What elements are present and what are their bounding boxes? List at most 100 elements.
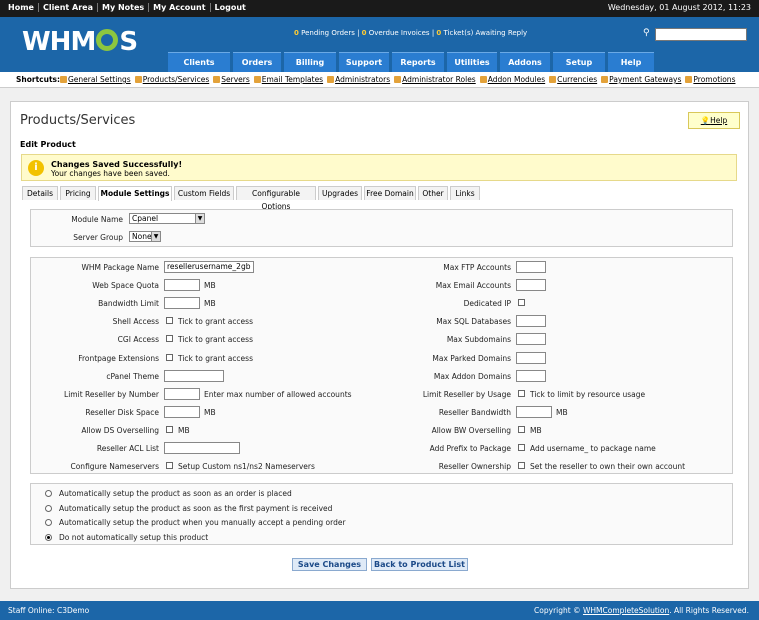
help-button[interactable]: 💡Help — [688, 112, 740, 129]
auto-setup-label: Automatically setup the product as soon … — [59, 489, 292, 498]
cpanel-theme-input[interactable] — [164, 369, 224, 382]
allow-ds-overselling-checkbox[interactable] — [166, 425, 173, 433]
top-link-my-account[interactable]: My Account — [149, 3, 211, 12]
reseller-acl-list-input[interactable] — [164, 442, 240, 454]
auto-setup-label: Automatically setup the product when you… — [59, 518, 346, 527]
content-panel: Products/Services 💡Help Edit Product i C… — [10, 101, 749, 589]
nav-orders[interactable]: Orders — [233, 52, 281, 72]
server-group-select[interactable]: None ▼ — [129, 231, 161, 242]
dedicated-ip-checkbox[interactable] — [518, 299, 525, 307]
top-link-my-notes[interactable]: My Notes — [98, 3, 150, 12]
promotions-icon — [685, 76, 693, 83]
reseller-ownership-checkbox[interactable] — [518, 462, 525, 470]
nav-billing[interactable]: Billing — [284, 52, 336, 72]
auto-setup-radio-1[interactable] — [45, 490, 52, 497]
configure-nameservers-checkbox[interactable] — [166, 462, 173, 470]
max-parked-domains-input[interactable] — [516, 351, 546, 364]
field-hint: MB — [204, 281, 216, 291]
chevron-down-icon: ▼ — [195, 214, 204, 223]
max-subdomains-input[interactable] — [516, 333, 546, 346]
shortcut-payment-gateways[interactable]: Payment Gateways — [601, 75, 681, 84]
lightbulb-icon: 💡 — [700, 116, 711, 125]
auto-setup-label: Do not automatically setup this product — [59, 532, 209, 542]
cgi-access-checkbox[interactable] — [166, 335, 173, 343]
nav-reports[interactable]: Reports — [392, 52, 444, 72]
frontpage-extensions-checkbox[interactable] — [166, 353, 173, 361]
tab-configurable-options[interactable]: Configurable Options — [236, 186, 316, 211]
bandwidth-limit-input[interactable] — [164, 297, 200, 310]
nav-support[interactable]: Support — [339, 52, 389, 72]
pending-orders-link[interactable]: Pending Orders — [301, 29, 355, 37]
field-label-configure-nameservers: Configure Nameservers — [70, 462, 159, 472]
field-hint: Set the reseller to own their own accoun… — [530, 462, 686, 472]
nav-help[interactable]: Help — [608, 52, 654, 72]
tab-pricing[interactable]: Pricing — [60, 186, 96, 200]
limit-reseller-by-usage-checkbox[interactable] — [518, 389, 525, 397]
shortcut-administrator-roles[interactable]: Administrator Roles — [394, 75, 476, 84]
add-prefix-to-package-checkbox[interactable] — [518, 444, 525, 451]
module-settings-box: WHM Package Name resellerusername_2gb Web … — [30, 257, 733, 474]
currencies-icon — [549, 76, 557, 83]
top-link-client-area[interactable]: Client Area — [39, 3, 98, 12]
module-name-select[interactable]: Cpanel ▼ — [129, 213, 205, 224]
reseller-disk-space-input[interactable] — [164, 405, 200, 418]
shortcut-addon-modules[interactable]: Addon Modules — [479, 75, 545, 84]
shortcut-promotions[interactable]: Promotions — [685, 75, 735, 84]
whm-package-name-input[interactable]: resellerusername_2gb — [164, 261, 254, 273]
search-input[interactable] — [655, 28, 747, 41]
chevron-down-icon: ▼ — [151, 232, 160, 241]
shortcut-administrators[interactable]: Administrators — [327, 75, 390, 84]
auto-setup-radio-3[interactable] — [45, 519, 52, 526]
field-label-cgi-access: CGI Access — [117, 335, 159, 345]
tab-free-domain[interactable]: Free Domain — [364, 186, 416, 200]
logo-c-ring-icon — [96, 29, 119, 51]
tab-links[interactable]: Links — [450, 186, 480, 200]
shortcut-servers[interactable]: Servers — [213, 75, 250, 84]
field-label-add-prefix-to-package: Add Prefix to Package — [429, 444, 511, 453]
nav-clients[interactable]: Clients — [168, 52, 230, 72]
tab-other[interactable]: Other — [418, 186, 448, 200]
save-changes-button[interactable]: Save Changes — [292, 558, 367, 571]
field-label-shell-access: Shell Access — [112, 317, 159, 327]
shortcuts-bar: Shortcuts: General Settings Products/Serv… — [0, 72, 759, 88]
tab-module-settings[interactable]: Module Settings — [98, 186, 172, 201]
nav-utilities[interactable]: Utilities — [447, 52, 497, 72]
header: WHM S 0 Pending Orders | 0 Overdue Invoic… — [0, 17, 759, 72]
tab-upgrades[interactable]: Upgrades — [318, 186, 362, 200]
limit-reseller-by-number-input[interactable] — [164, 387, 200, 400]
tickets-awaiting-link[interactable]: Ticket(s) Awaiting Reply — [444, 29, 528, 37]
nav-setup[interactable]: Setup — [553, 52, 605, 72]
max-addon-domains-input[interactable] — [516, 369, 546, 382]
reseller-bandwidth-input[interactable] — [516, 405, 552, 418]
shortcut-products-services[interactable]: Products/Services — [134, 75, 209, 84]
nav-addons[interactable]: Addons — [500, 52, 550, 72]
auto-setup-radio-2[interactable] — [45, 504, 52, 512]
whmcs-link[interactable]: WHMCompleteSolution — [583, 606, 669, 615]
field-label-web-space-quota: Web Space Quota — [92, 281, 159, 291]
field-hint: MB — [204, 407, 216, 417]
auto-setup-box: Automatically setup the product as soon … — [30, 483, 733, 545]
overdue-invoices-link[interactable]: Overdue Invoices — [369, 29, 430, 37]
top-link-home[interactable]: Home — [4, 3, 39, 12]
max-email-accounts-input[interactable] — [516, 279, 546, 292]
field-hint: MB — [556, 407, 568, 417]
current-date: Wednesday, 01 August 2012, 11:23 — [607, 3, 751, 12]
field-hint: Add username_ to package name — [530, 444, 656, 453]
allow-bw-overselling-checkbox[interactable] — [518, 425, 525, 433]
max-ftp-accounts-input[interactable] — [516, 261, 546, 273]
administrator-roles-icon — [394, 76, 402, 83]
shortcut-general-settings[interactable]: General Settings — [60, 75, 131, 84]
shortcut-email-templates[interactable]: Email Templates — [253, 75, 323, 84]
shortcut-currencies[interactable]: Currencies — [549, 75, 597, 84]
tab-details[interactable]: Details — [22, 186, 58, 200]
web-space-quota-input[interactable] — [164, 279, 200, 292]
max-sql-databases-input[interactable] — [516, 315, 546, 328]
info-icon: i — [28, 160, 44, 176]
back-to-product-list-button[interactable]: Back to Product List — [371, 558, 468, 571]
auto-setup-radio-4[interactable] — [45, 533, 52, 541]
field-label-reseller-ownership: Reseller Ownership — [438, 462, 511, 472]
tab-custom-fields[interactable]: Custom Fields — [174, 186, 234, 200]
shell-access-checkbox[interactable] — [166, 317, 173, 325]
top-link-logout[interactable]: Logout — [211, 3, 250, 12]
field-label-max-subdomains: Max Subdomains — [446, 335, 511, 345]
